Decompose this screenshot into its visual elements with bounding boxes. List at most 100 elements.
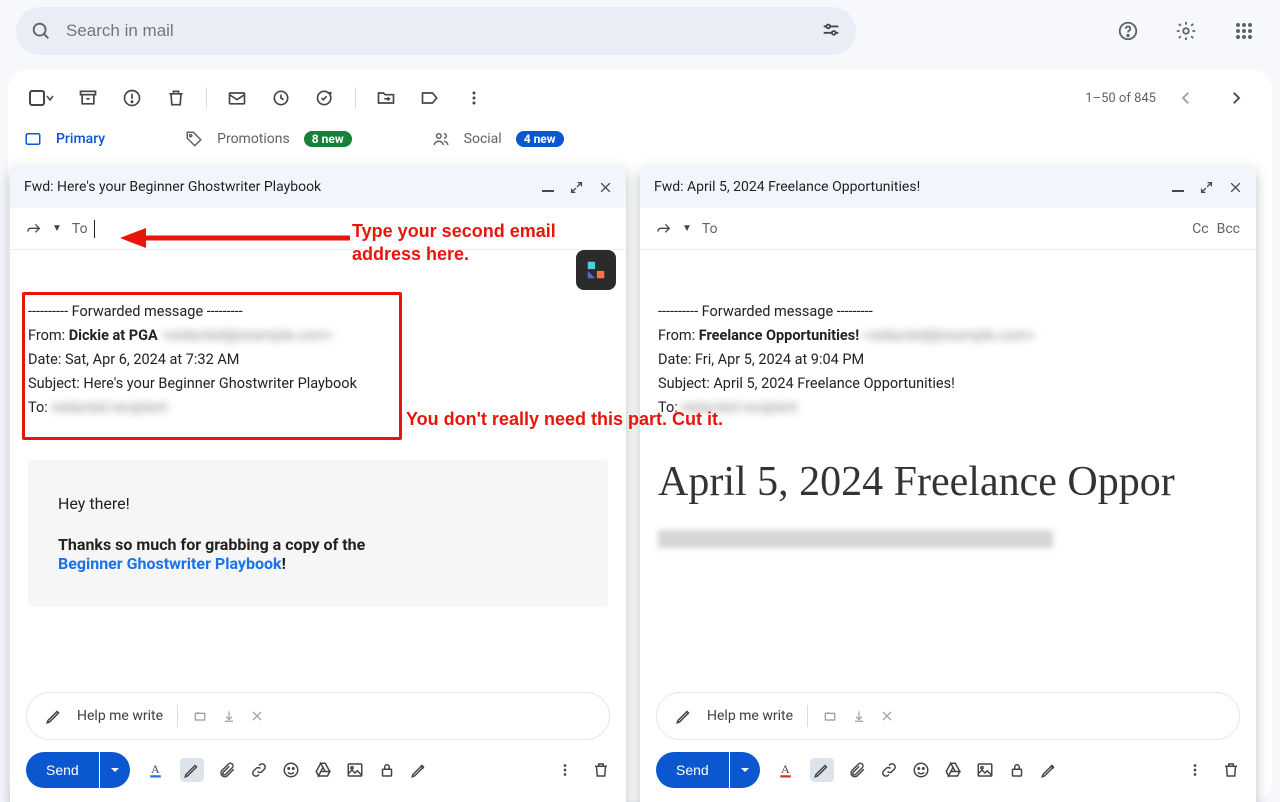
newsletter-title: April 5, 2024 Freelance Oppor — [658, 458, 1238, 506]
fwd-subject: Subject: April 5, 2024 Freelance Opportu… — [658, 372, 1238, 396]
suggest-icon-3[interactable] — [880, 709, 894, 723]
link-icon[interactable] — [880, 761, 898, 779]
body-greeting: Hey there! — [58, 494, 578, 513]
fwd-header: ---------- Forwarded message --------- — [658, 300, 1238, 324]
minimize-icon[interactable] — [542, 181, 554, 194]
signature-icon[interactable] — [180, 758, 204, 782]
suggest-icon-2[interactable] — [852, 708, 866, 724]
attach-icon[interactable] — [848, 761, 866, 779]
suggest-icon-1[interactable] — [822, 708, 838, 724]
close-icon[interactable] — [599, 181, 612, 194]
format-icon[interactable]: A — [148, 761, 166, 779]
to-row[interactable]: ▼ To Cc Bcc — [640, 208, 1256, 250]
help-icon[interactable] — [1108, 11, 1148, 51]
settings-icon[interactable] — [1166, 11, 1206, 51]
bcc-button[interactable]: Bcc — [1217, 221, 1240, 237]
discard-icon[interactable] — [1222, 761, 1240, 779]
search-box[interactable] — [16, 7, 856, 55]
more-options-icon[interactable] — [556, 761, 574, 779]
topbar — [0, 0, 1280, 62]
annotation-redbox — [22, 292, 402, 440]
svg-text:A: A — [781, 762, 790, 776]
fwd-from-name: Freelance Opportunities! — [699, 327, 859, 344]
mark-read-icon[interactable] — [217, 78, 257, 118]
forwarded-body: Hey there! Thanks so much for grabbing a… — [28, 460, 608, 607]
tab-social[interactable]: Social 4 new — [432, 130, 564, 148]
to-label: To — [72, 221, 88, 237]
search-input[interactable] — [66, 21, 806, 41]
prev-page-icon[interactable] — [1166, 78, 1206, 118]
compose-header[interactable]: Fwd: Here's your Beginner Ghostwriter Pl… — [10, 166, 626, 208]
body-punct: ! — [282, 554, 286, 573]
text-cursor — [94, 220, 95, 238]
help-me-write-bar[interactable]: Help me write — [26, 692, 610, 740]
annotation-text-2: You don't really need this part. Cut it. — [406, 408, 806, 431]
chevron-down-icon[interactable]: ▼ — [52, 223, 62, 234]
next-page-icon[interactable] — [1216, 78, 1256, 118]
cc-button[interactable]: Cc — [1192, 221, 1208, 237]
discard-icon[interactable] — [592, 761, 610, 779]
compose-header[interactable]: Fwd: April 5, 2024 Freelance Opportuniti… — [640, 166, 1256, 208]
send-dropdown[interactable] — [730, 752, 760, 788]
send-dropdown[interactable] — [100, 752, 130, 788]
label-icon[interactable] — [410, 78, 450, 118]
annotation-text-1: Type your second email address here. — [352, 220, 612, 265]
confidential-icon[interactable] — [378, 761, 396, 779]
body-link[interactable]: Beginner Ghostwriter Playbook — [58, 554, 282, 573]
delete-icon[interactable] — [156, 78, 196, 118]
ink-icon[interactable] — [410, 761, 428, 779]
send-button[interactable]: Send — [26, 752, 99, 788]
reply-type-icon[interactable] — [656, 221, 672, 237]
select-checkbox[interactable] — [24, 78, 64, 118]
suggest-icon-2[interactable] — [222, 708, 236, 724]
compose-subject: Fwd: Here's your Beginner Ghostwriter Pl… — [24, 179, 321, 195]
help-me-write-bar[interactable]: Help me write — [656, 692, 1240, 740]
emoji-icon[interactable] — [912, 761, 930, 779]
emoji-icon[interactable] — [282, 761, 300, 779]
compose-body[interactable]: ---------- Forwarded message --------- F… — [10, 250, 626, 692]
fwd-from-email: <redacted@example.com> — [863, 327, 1035, 344]
reply-type-icon[interactable] — [26, 221, 42, 237]
image-icon[interactable] — [346, 761, 364, 779]
ink-icon[interactable] — [1040, 761, 1058, 779]
tab-label: Promotions — [217, 131, 290, 147]
more-options-icon[interactable] — [1186, 761, 1204, 779]
tag-icon — [185, 130, 203, 148]
format-icon[interactable]: A — [778, 761, 796, 779]
archive-icon[interactable] — [68, 78, 108, 118]
tab-primary[interactable]: Primary — [24, 130, 105, 148]
compose-bottom: Send A — [640, 752, 1256, 802]
tab-promotions[interactable]: Promotions 8 new — [185, 130, 352, 148]
snooze-icon[interactable] — [261, 78, 301, 118]
suggest-icon-1[interactable] — [192, 708, 208, 724]
fullscreen-icon[interactable] — [570, 181, 583, 194]
compose-subject: Fwd: April 5, 2024 Freelance Opportuniti… — [654, 179, 920, 195]
compose-body[interactable]: ---------- Forwarded message --------- F… — [640, 250, 1256, 692]
fullscreen-icon[interactable] — [1200, 181, 1213, 194]
tune-icon[interactable] — [820, 20, 842, 42]
svg-text:A: A — [151, 762, 160, 776]
link-icon[interactable] — [250, 761, 268, 779]
move-icon[interactable] — [366, 78, 406, 118]
send-button[interactable]: Send — [656, 752, 729, 788]
help-me-write-label: Help me write — [77, 708, 163, 724]
spam-icon[interactable] — [112, 78, 152, 118]
drive-icon[interactable] — [314, 761, 332, 779]
chevron-down-icon[interactable]: ▼ — [682, 223, 692, 234]
social-badge: 4 new — [516, 131, 564, 147]
more-icon[interactable] — [454, 78, 494, 118]
close-icon[interactable] — [1229, 181, 1242, 194]
attach-icon[interactable] — [218, 761, 236, 779]
pen-icon — [675, 707, 693, 725]
confidential-icon[interactable] — [1008, 761, 1026, 779]
suggest-icon-3[interactable] — [250, 709, 264, 723]
apps-icon[interactable] — [1224, 11, 1264, 51]
add-task-icon[interactable] — [305, 78, 345, 118]
tab-label: Social — [464, 131, 502, 147]
drive-icon[interactable] — [944, 761, 962, 779]
image-icon[interactable] — [976, 761, 994, 779]
fwd-from-label: From: — [658, 327, 699, 344]
fwd-to: redacted recipient — [51, 399, 167, 416]
signature-icon[interactable] — [810, 758, 834, 782]
minimize-icon[interactable] — [1172, 181, 1184, 194]
